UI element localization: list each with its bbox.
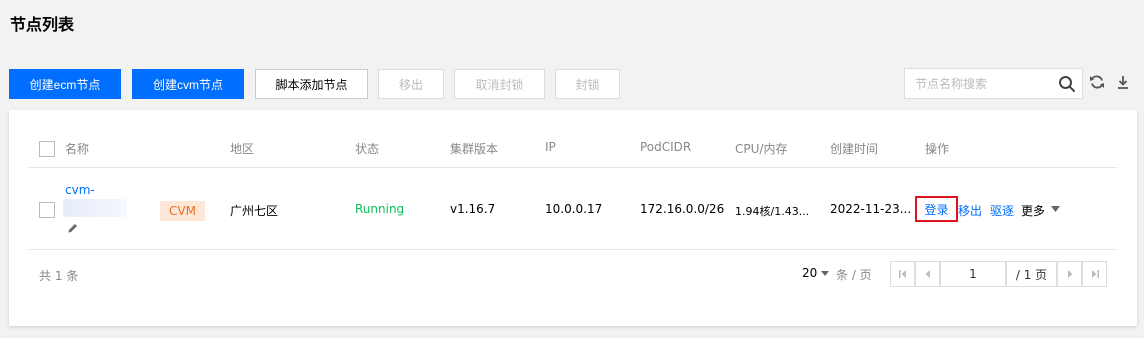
create-ecm-button[interactable]: 创建ecm节点 — [9, 69, 121, 99]
header-region: 地区 — [230, 142, 255, 156]
total-prefix: 共 — [39, 269, 52, 283]
header-cpu-mem: CPU/内存 — [735, 142, 788, 156]
header-actions: 操作 — [925, 142, 950, 156]
row-divider — [29, 249, 1117, 250]
script-add-node-button[interactable]: 脚本添加节点 — [255, 69, 368, 99]
row-checkbox[interactable] — [39, 202, 55, 218]
created-cell: 2022-11-23... — [830, 202, 912, 216]
total-pages-label: / 1 页 — [1015, 267, 1048, 282]
header-ip: IP — [545, 140, 556, 154]
region-cell: 广州七区 — [230, 204, 279, 218]
redacted-node-id — [63, 199, 127, 217]
search-icon[interactable] — [1058, 75, 1076, 93]
status-cell: Running — [355, 202, 405, 216]
page-title: 节点列表 — [10, 15, 75, 34]
select-all-checkbox[interactable] — [39, 141, 55, 157]
page-size-value: 20 — [802, 266, 818, 280]
header-divider — [29, 167, 1117, 168]
search-input[interactable] — [905, 69, 1045, 98]
per-page-label: 条 / 页 — [836, 268, 872, 282]
node-table-panel: 名称 地区 状态 集群版本 IP PodCIDR CPU/内存 创建时间 操作 … — [9, 110, 1137, 326]
node-name-link[interactable]: cvm- — [65, 183, 95, 197]
remove-link[interactable]: 移出 — [958, 202, 982, 219]
cordon-button[interactable]: 封锁 — [555, 69, 620, 99]
header-created: 创建时间 — [830, 142, 879, 156]
current-page: 1 — [969, 267, 977, 281]
uncordon-button[interactable]: 取消封锁 — [454, 69, 545, 99]
header-version: 集群版本 — [450, 142, 499, 156]
version-cell: v1.16.7 — [450, 202, 496, 216]
total-suffix: 条 — [66, 269, 79, 283]
download-icon[interactable] — [1115, 74, 1131, 90]
header-podcidr: PodCIDR — [640, 140, 692, 154]
last-page-button[interactable] — [1082, 261, 1107, 287]
login-highlight: 登录 — [915, 196, 958, 222]
total-pages: / 1 页 — [1006, 261, 1057, 287]
caret-down-icon[interactable] — [1051, 206, 1060, 212]
search-box — [904, 68, 1083, 99]
create-cvm-button[interactable]: 创建cvm节点 — [132, 69, 244, 99]
page-input[interactable]: 1 — [940, 261, 1006, 287]
login-link[interactable]: 登录 — [924, 201, 948, 218]
type-tag: CVM — [160, 201, 205, 221]
edit-icon[interactable] — [67, 222, 79, 234]
page-size-select[interactable]: 20 — [802, 266, 817, 280]
remove-button[interactable]: 移出 — [378, 69, 444, 99]
next-page-button[interactable] — [1057, 261, 1082, 287]
first-page-icon — [898, 270, 906, 278]
more-link[interactable]: 更多 — [1021, 202, 1045, 219]
cpu-mem-cell: 1.94核/1.43... — [735, 205, 810, 218]
header-name: 名称 — [65, 142, 90, 156]
total-number: 1 — [54, 269, 63, 283]
prev-page-button[interactable] — [915, 261, 940, 287]
last-page-icon — [1091, 270, 1099, 278]
refresh-icon[interactable] — [1089, 74, 1105, 90]
prev-page-icon — [925, 270, 930, 278]
page-size-caret-icon[interactable] — [821, 271, 829, 276]
first-page-button[interactable] — [890, 261, 915, 287]
total-count: 共 1 条 — [39, 267, 78, 284]
drain-link[interactable]: 驱逐 — [990, 202, 1014, 219]
header-status: 状态 — [355, 142, 380, 156]
next-page-icon — [1067, 270, 1072, 278]
podcidr-cell: 172.16.0.0/26 — [640, 202, 725, 216]
ip-cell: 10.0.0.17 — [545, 202, 603, 216]
